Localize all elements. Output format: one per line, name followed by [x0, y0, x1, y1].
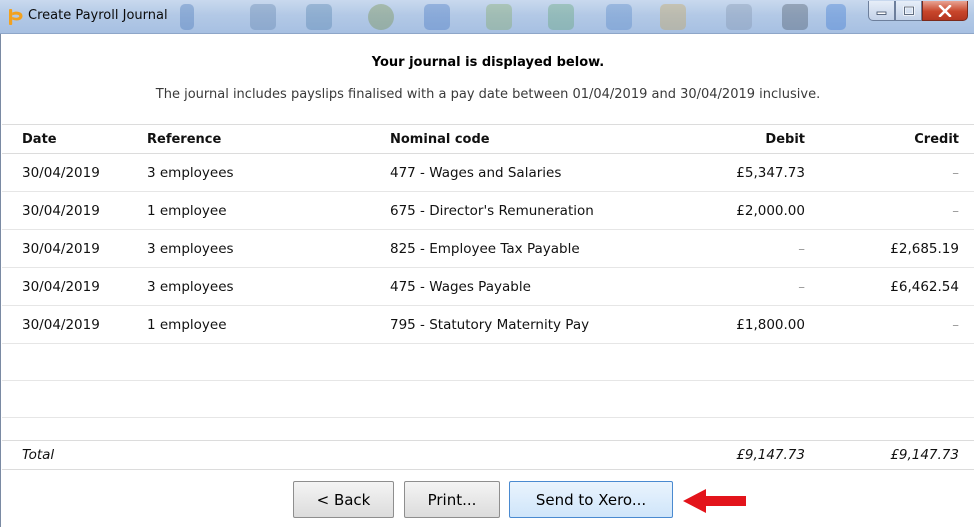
journal-table: Date Reference Nominal code Debit Credit…: [2, 124, 974, 418]
table-row[interactable]: 30/04/2019 1 employee 795 - Statutory Ma…: [2, 306, 974, 344]
cell-reference: 3 employees: [147, 240, 234, 257]
cell-debit: –: [798, 240, 805, 257]
cell-nominal-code: 477 - Wages and Salaries: [390, 164, 562, 181]
cell-date: 30/04/2019: [22, 240, 100, 257]
title-bar: Create Payroll Journal: [0, 0, 974, 34]
table-row[interactable]: 30/04/2019 3 employees 475 - Wages Payab…: [2, 268, 974, 306]
cell-nominal-code: 475 - Wages Payable: [390, 278, 531, 295]
minimize-icon: [876, 11, 886, 15]
cell-reference: 1 employee: [147, 316, 227, 333]
cell-debit: £2,000.00: [736, 202, 805, 219]
ghost-taskbar-icon: [424, 4, 450, 30]
ghost-taskbar-icon: [660, 4, 686, 30]
red-arrow-icon: [683, 489, 746, 513]
back-button[interactable]: < Back: [293, 481, 394, 518]
ghost-taskbar-icon: [486, 4, 512, 30]
cell-date: 30/04/2019: [22, 278, 100, 295]
cell-debit: £5,347.73: [736, 164, 805, 181]
background-taskbar: [176, 0, 974, 33]
cell-credit: –: [952, 164, 959, 181]
column-header-reference[interactable]: Reference: [147, 125, 221, 153]
column-header-date[interactable]: Date: [22, 125, 57, 153]
table-row[interactable]: 30/04/2019 1 employee 675 - Director's R…: [2, 192, 974, 230]
table-header: Date Reference Nominal code Debit Credit: [2, 124, 974, 154]
cell-credit: –: [952, 316, 959, 333]
ghost-taskbar-icon: [368, 4, 394, 30]
window-title: Create Payroll Journal: [28, 8, 168, 23]
ghost-taskbar-icon: [180, 4, 194, 30]
cell-reference: 3 employees: [147, 278, 234, 295]
table-row[interactable]: 30/04/2019 3 employees 825 - Employee Ta…: [2, 230, 974, 268]
ghost-taskbar-icon: [826, 4, 846, 30]
empty-table-row: [2, 381, 974, 418]
total-credit: £9,147.73: [890, 447, 959, 463]
ghost-taskbar-icon: [606, 4, 632, 30]
column-header-credit[interactable]: Credit: [914, 125, 959, 153]
brightpay-logo-icon: [9, 9, 23, 25]
print-button[interactable]: Print...: [404, 481, 500, 518]
journal-heading: Your journal is displayed below.: [371, 55, 605, 70]
cell-nominal-code: 795 - Statutory Maternity Pay: [390, 316, 590, 333]
cell-reference: 3 employees: [147, 164, 234, 181]
cell-credit: £6,462.54: [890, 278, 959, 295]
total-label: Total: [22, 447, 55, 463]
send-to-xero-button[interactable]: Send to Xero...: [509, 481, 673, 518]
cell-nominal-code: 825 - Employee Tax Payable: [390, 240, 580, 257]
window-controls: [868, 1, 968, 21]
cell-debit: –: [798, 278, 805, 295]
column-header-debit[interactable]: Debit: [765, 125, 805, 153]
journal-description: The journal includes payslips finalised …: [155, 87, 821, 102]
cell-reference: 1 employee: [147, 202, 227, 219]
cell-credit: £2,685.19: [890, 240, 959, 257]
cell-debit: £1,800.00: [736, 316, 805, 333]
cell-date: 30/04/2019: [22, 164, 100, 181]
maximize-icon: [902, 5, 915, 16]
ghost-taskbar-icon: [782, 4, 808, 30]
column-header-nominal-code[interactable]: Nominal code: [390, 125, 490, 153]
minimize-button[interactable]: [868, 1, 895, 21]
ghost-taskbar-icon: [306, 4, 332, 30]
total-debit: £9,147.73: [736, 447, 805, 463]
ghost-taskbar-icon: [548, 4, 574, 30]
total-row: Total £9,147.73 £9,147.73: [2, 440, 974, 470]
ghost-taskbar-icon: [726, 4, 752, 30]
table-row[interactable]: 30/04/2019 3 employees 477 - Wages and S…: [2, 154, 974, 192]
cell-credit: –: [952, 202, 959, 219]
cell-date: 30/04/2019: [22, 202, 100, 219]
close-icon: [938, 4, 952, 17]
empty-table-row: [2, 344, 974, 381]
dialog-body: Your journal is displayed below. The jou…: [0, 34, 974, 527]
maximize-button[interactable]: [895, 1, 922, 21]
cell-date: 30/04/2019: [22, 316, 100, 333]
cell-nominal-code: 675 - Director's Remuneration: [390, 202, 594, 219]
ghost-taskbar-icon: [250, 4, 276, 30]
close-button[interactable]: [922, 1, 968, 21]
